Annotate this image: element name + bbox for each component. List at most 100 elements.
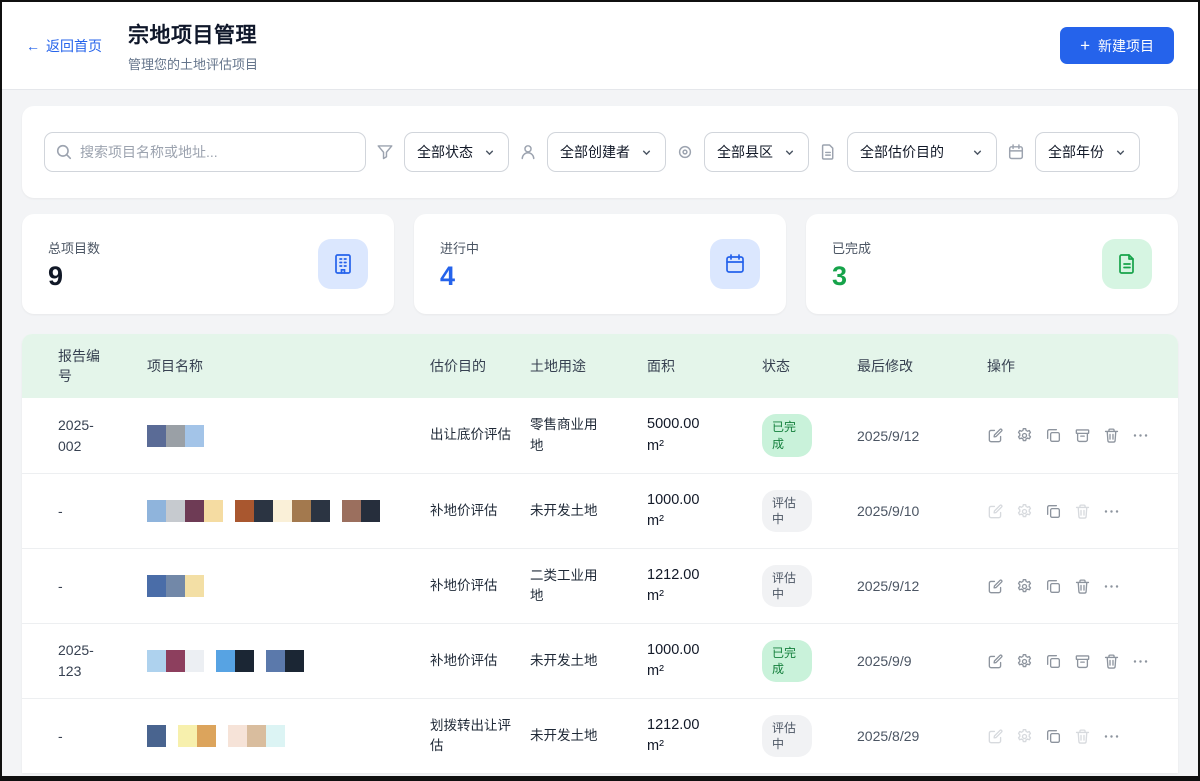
page-subtitle: 管理您的土地评估项目 [128, 54, 258, 73]
stat-card-total: 总项目数 9 [22, 214, 394, 314]
chevron-down-icon [1114, 146, 1127, 159]
stat-label: 总项目数 [48, 238, 100, 257]
back-link-label: 返回首页 [46, 36, 102, 56]
area-value: 1000.00m² [647, 490, 762, 532]
name-block-gap [216, 725, 228, 747]
edit-icon[interactable] [987, 578, 1004, 595]
chevron-down-icon [640, 146, 653, 159]
copy-icon[interactable] [1045, 427, 1062, 444]
purpose-filter-value: 全部估价目的 [860, 142, 944, 162]
trash-icon [1074, 503, 1091, 520]
back-home-link[interactable]: ← 返回首页 [26, 36, 102, 56]
name-block [185, 500, 204, 522]
gear-icon[interactable] [1016, 578, 1033, 595]
filter-funnel-icon [376, 143, 394, 161]
row-actions [967, 427, 1164, 444]
copy-icon[interactable] [1045, 578, 1062, 595]
filter-bar: 全部状态 全部创建者 全部县区 全部估价目的 全部年份 [22, 106, 1178, 198]
project-name-redacted [147, 500, 430, 522]
last-modified-date: 2025/9/10 [857, 503, 967, 519]
name-block [273, 500, 292, 522]
trash-icon[interactable] [1074, 578, 1091, 595]
edit-icon [987, 728, 1004, 745]
name-block [147, 650, 166, 672]
more-icon[interactable] [1132, 653, 1149, 670]
status-badge: 已完成 [762, 640, 812, 682]
gear-icon[interactable] [1016, 653, 1033, 670]
name-block [216, 650, 235, 672]
row-actions [967, 578, 1164, 595]
stat-card-in-progress: 进行中 4 [414, 214, 786, 314]
name-block-gap [223, 500, 235, 522]
building-icon [318, 239, 368, 289]
name-block [254, 500, 273, 522]
year-filter-value: 全部年份 [1048, 142, 1104, 162]
copy-icon[interactable] [1045, 503, 1062, 520]
table-row: 2025-123补地价评估未开发土地1000.00m²已完成2025/9/9 [22, 623, 1178, 698]
column-header-status: 状态 [762, 356, 857, 376]
name-block [266, 650, 285, 672]
trash-icon[interactable] [1103, 427, 1120, 444]
stat-label: 已完成 [832, 238, 871, 257]
archive-icon[interactable] [1074, 427, 1091, 444]
name-block [166, 425, 185, 447]
report-number: - [58, 576, 106, 597]
plus-icon: + [1080, 36, 1090, 56]
status-filter-value: 全部状态 [417, 142, 473, 162]
name-block-gap [254, 650, 266, 672]
name-block [185, 650, 204, 672]
name-block [292, 500, 311, 522]
row-actions [967, 503, 1164, 520]
district-filter-select[interactable]: 全部县区 [704, 132, 809, 172]
more-icon[interactable] [1103, 503, 1120, 520]
new-project-button[interactable]: + 新建项目 [1060, 27, 1174, 64]
name-block [361, 500, 380, 522]
purpose-filter-select[interactable]: 全部估价目的 [847, 132, 997, 172]
name-block [147, 725, 166, 747]
creator-filter-select[interactable]: 全部创建者 [547, 132, 666, 172]
land-use: 未开发土地 [530, 651, 606, 671]
calendar-icon [710, 239, 760, 289]
last-modified-date: 2025/8/29 [857, 728, 967, 744]
new-project-label: 新建项目 [1098, 36, 1154, 56]
creator-filter-value: 全部创建者 [560, 142, 630, 162]
archive-icon[interactable] [1074, 653, 1091, 670]
calendar-icon [1007, 143, 1025, 161]
status-filter-select[interactable]: 全部状态 [404, 132, 509, 172]
name-block [197, 725, 216, 747]
more-icon[interactable] [1103, 578, 1120, 595]
more-icon[interactable] [1103, 728, 1120, 745]
trash-icon[interactable] [1103, 653, 1120, 670]
name-block [147, 500, 166, 522]
land-use: 未开发土地 [530, 501, 606, 521]
area-value: 5000.00m² [647, 414, 762, 456]
valuation-purpose: 补地价评估 [430, 501, 520, 521]
search-icon [55, 143, 73, 161]
column-header-land-use: 土地用途 [530, 356, 647, 376]
name-block [228, 725, 247, 747]
page-header: ← 返回首页 宗地项目管理 管理您的土地评估项目 + 新建项目 [2, 2, 1198, 90]
copy-icon[interactable] [1045, 728, 1062, 745]
year-filter-select[interactable]: 全部年份 [1035, 132, 1140, 172]
name-block [285, 650, 304, 672]
gear-icon[interactable] [1016, 427, 1033, 444]
edit-icon[interactable] [987, 653, 1004, 670]
status-badge: 评估中 [762, 565, 812, 607]
column-header-project-name: 项目名称 [147, 356, 430, 376]
stat-label: 进行中 [440, 238, 479, 257]
copy-icon[interactable] [1045, 653, 1062, 670]
chevron-down-icon [483, 146, 496, 159]
more-icon[interactable] [1132, 427, 1149, 444]
last-modified-date: 2025/9/12 [857, 578, 967, 594]
app-window: ← 返回首页 宗地项目管理 管理您的土地评估项目 + 新建项目 全部状态 [0, 0, 1200, 781]
chevron-down-icon [783, 146, 796, 159]
name-block [147, 575, 166, 597]
area-value: 1000.00m² [647, 640, 762, 682]
edit-icon[interactable] [987, 427, 1004, 444]
search-input[interactable] [44, 132, 366, 172]
land-use: 二类工业用地 [530, 566, 606, 607]
status-badge: 已完成 [762, 414, 812, 456]
project-name-redacted [147, 725, 430, 747]
name-block [166, 650, 185, 672]
name-block-gap [166, 725, 178, 747]
